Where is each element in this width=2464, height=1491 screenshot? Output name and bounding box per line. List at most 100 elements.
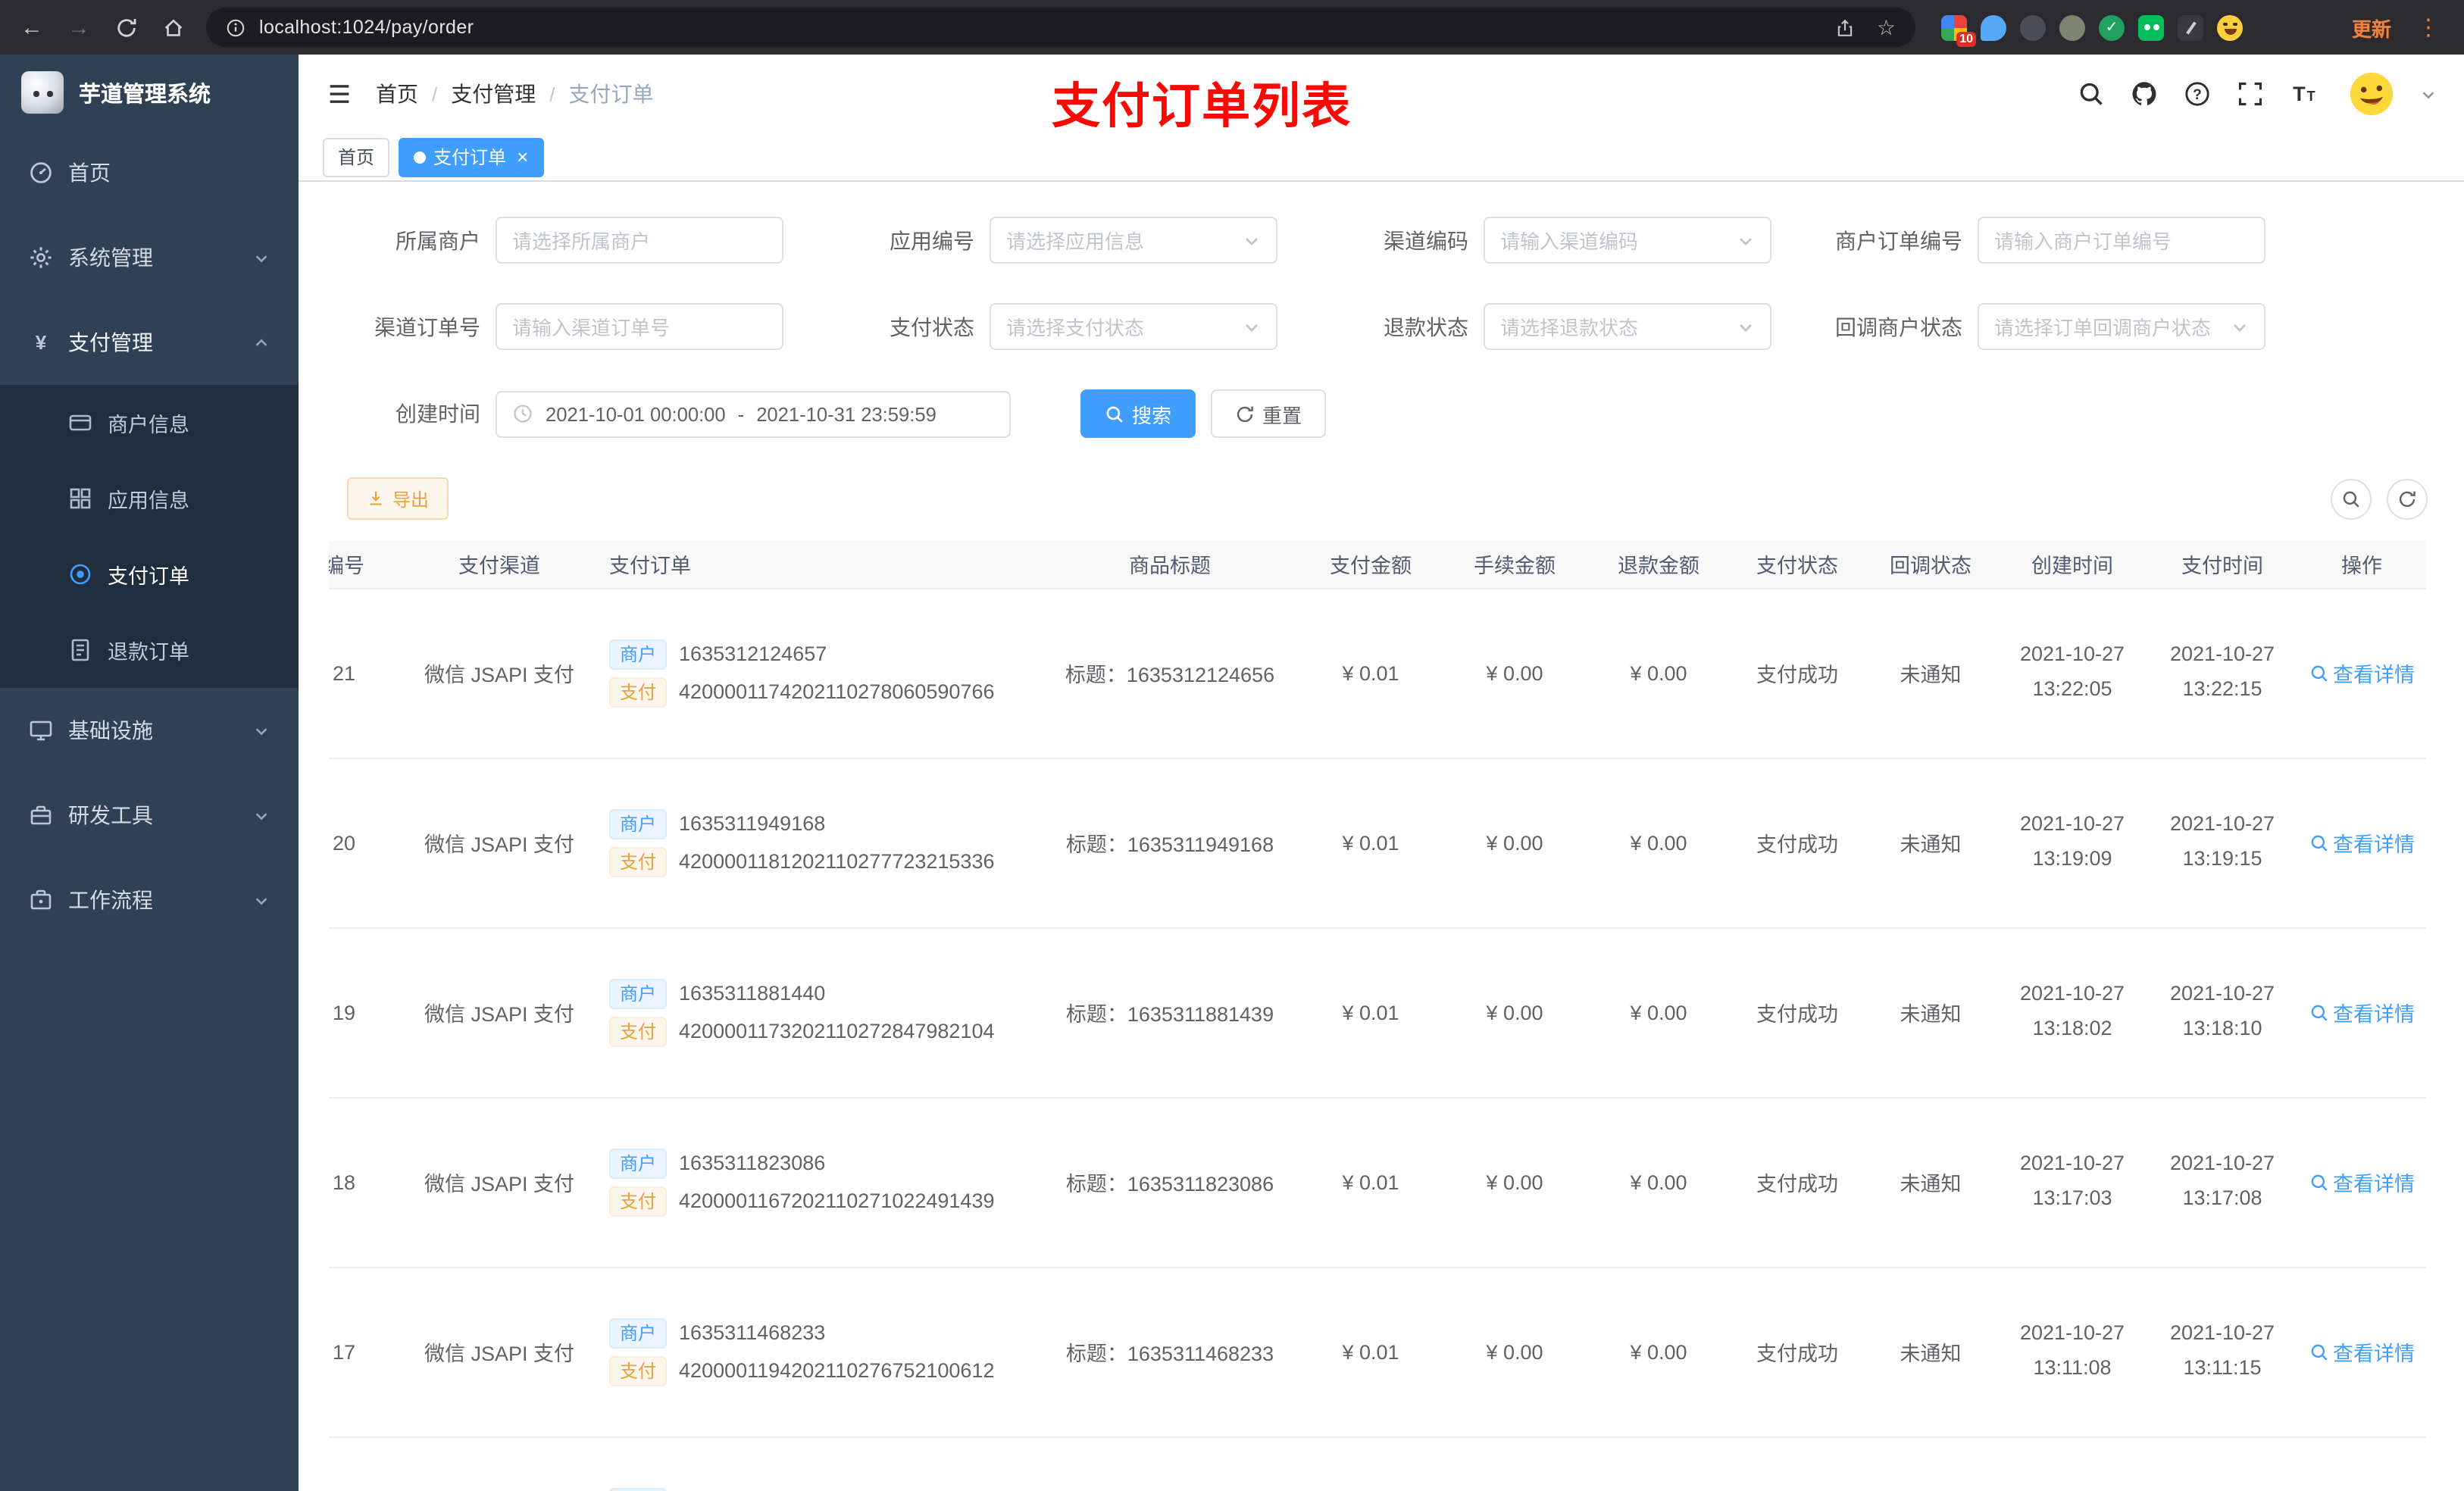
table-row: 19 微信 JSAPI 支付 商户 1635311881440 支付 4200001173… (329, 927, 2426, 1098)
view-detail-link[interactable]: 查看详情 (2309, 997, 2415, 1027)
cell-action: 查看详情 (2297, 927, 2426, 1098)
table-toolbar: 导出 (329, 477, 2428, 520)
search-button[interactable]: 搜索 (1080, 389, 1196, 438)
sidebar-item-pay-order[interactable]: 支付订单 (0, 536, 299, 612)
search-icon (2309, 1342, 2328, 1361)
svg-text:?: ? (2193, 87, 2202, 103)
help-icon[interactable]: ? (2184, 80, 2211, 108)
merchant-tag: 商户 (609, 1487, 668, 1491)
browser-menu-icon[interactable]: ⋮ (2411, 14, 2446, 41)
view-detail-link[interactable]: 查看详情 (2309, 1336, 2415, 1367)
sidebar-item-app-info[interactable]: 应用信息 (0, 461, 299, 536)
date-end-value: 2021-10-31 23:59:59 (756, 402, 937, 425)
filter-select-channel-code[interactable]: 请输入渠道编码 (1484, 217, 1771, 264)
breadcrumb-item[interactable]: 支付管理 (451, 79, 536, 109)
forward-button[interactable]: → (65, 14, 92, 40)
breadcrumb-item[interactable]: 首页 (376, 79, 418, 109)
sidebar-item-merchant-info[interactable]: 商户信息 (0, 385, 299, 461)
refresh-button[interactable] (112, 16, 139, 39)
cell-id: 21 (329, 588, 405, 758)
back-button[interactable]: ← (18, 14, 45, 40)
cell-status: 支付成功 (1731, 588, 1864, 758)
cell-title: 标题：1635311949168 (1041, 758, 1299, 928)
olive-circle-icon[interactable] (2059, 14, 2085, 40)
sidebar-item-payment[interactable]: ¥ 支付管理 (0, 300, 299, 385)
sidebar-item-refund-order[interactable]: 退款订单 (0, 612, 299, 688)
filter-select-pay-status[interactable]: 请选择支付状态 (990, 303, 1277, 350)
toggle-search-button[interactable] (2331, 478, 2372, 519)
merchant-tag: 商户 (609, 1318, 668, 1348)
filter-select-notify-status[interactable]: 请选择订单回调商户状态 (1978, 303, 2265, 350)
tab-home[interactable]: 首页 (323, 137, 390, 177)
column-header: 支付状态 (1731, 541, 1864, 589)
filter-select-app[interactable]: 请选择应用信息 (990, 217, 1277, 264)
cell-order: 商户 1635311881440 支付 42000011732021102728479… (594, 927, 1041, 1098)
chevron-down-icon[interactable] (2420, 86, 2437, 102)
export-button[interactable]: 导出 (347, 477, 449, 520)
sidebar-item-dev-tools[interactable]: 研发工具 (0, 773, 299, 858)
filter-pay-status: 支付状态 请选择支付状态 (823, 303, 1277, 350)
sidebar-menu: 首页系统管理 ¥ 支付管理 商户信息 应用信息 支付订单 退款订单 基础设施 研发工具工作流程 (0, 130, 299, 942)
wechat-devtools-icon[interactable] (2138, 14, 2164, 40)
browser-update-button[interactable]: 更新 (2352, 13, 2391, 42)
filter-input-merchant[interactable]: 请选择所属商户 (496, 217, 783, 264)
date-range-input[interactable]: 2021-10-01 00:00:00 - 2021-10-31 23:59:5… (496, 390, 1011, 437)
site-info-icon[interactable] (226, 17, 245, 37)
cell-pay-time: 2021-10-27 13:18:10 (2147, 927, 2297, 1098)
dark-circle-icon[interactable] (2020, 14, 2046, 40)
view-detail-link[interactable]: 查看详情 (2309, 1167, 2415, 1197)
share-icon[interactable] (1836, 17, 1856, 37)
target-icon (68, 562, 92, 586)
extensions-puzzle-icon[interactable]: 10 (1941, 14, 1976, 46)
tab-pay-order[interactable]: 支付订单 × (399, 137, 544, 177)
table-header-row: 编号支付渠道支付订单商品标题支付金额手续金额退款金额支付状态回调状态创建时间支付… (329, 541, 2426, 589)
search-icon[interactable] (2078, 80, 2105, 108)
filter-select-refund-status[interactable]: 请选择退款状态 (1484, 303, 1771, 350)
sidebar-item-infrastructure[interactable]: 基础设施 (0, 688, 299, 773)
pin-icon[interactable] (2178, 14, 2203, 40)
bookmark-star-icon[interactable]: ☆ (1877, 14, 1896, 40)
sidebar-item-system[interactable]: 系统管理 (0, 215, 299, 300)
view-detail-link[interactable]: 查看详情 (2309, 827, 2415, 858)
column-header: 支付金额 (1299, 541, 1443, 589)
home-button[interactable] (159, 16, 186, 39)
green-check-icon[interactable] (2099, 14, 2125, 40)
filter-label: 退款状态 (1384, 314, 1468, 339)
logo-avatar (21, 71, 64, 114)
sidebar-item-workflow[interactable]: 工作流程 (0, 858, 299, 942)
github-icon[interactable] (2131, 80, 2158, 108)
view-detail-link[interactable]: 查看详情 (2309, 658, 2415, 688)
address-bar[interactable]: localhost:1024/pay/order ☆ (206, 8, 1915, 47)
page-content: 所属商户 请选择所属商户 应用编号 请选择应用信息 渠道编码 请输入渠道编码 商户订单编号请… (299, 182, 2464, 1491)
cell-channel: 微信 JSAPI 支付 (405, 1267, 594, 1437)
sidebar-item-label: 工作流程 (68, 888, 153, 912)
menu-fold-icon[interactable] (326, 80, 353, 108)
pay-order-no: 4200001167202110271022491439 (679, 1189, 995, 1212)
filter-input-merchant-order-no[interactable]: 请输入商户订单编号 (1978, 217, 2265, 264)
close-icon[interactable]: × (517, 147, 528, 167)
fullscreen-icon[interactable] (2237, 80, 2264, 108)
screen: ← → localhost:1024/pay/order ☆ 10 更新 ⋮ 芋… (0, 0, 2464, 1491)
filter-input-channel-order-no[interactable]: 请输入渠道订单号 (496, 303, 783, 350)
sidebar-item-home[interactable]: 首页 (0, 130, 299, 215)
cell-refund: ¥ 0.00 (1587, 1267, 1731, 1437)
drop-icon[interactable] (1981, 14, 2006, 40)
refresh-table-button[interactable] (2387, 478, 2428, 519)
chevron-down-icon (1243, 231, 1261, 249)
cell-order: 商户支付 (594, 1436, 1041, 1491)
cell-amount: ¥ 0.01 (1299, 758, 1443, 928)
font-size-icon[interactable]: TT (2290, 80, 2317, 108)
monitor-icon (29, 718, 53, 742)
user-avatar[interactable] (2349, 71, 2394, 117)
search-icon (2309, 833, 2328, 852)
sidebar-item-label: 系统管理 (68, 245, 153, 270)
export-button-label: 导出 (392, 489, 430, 510)
table-row: 18 微信 JSAPI 支付 商户 1635311823086 支付 4200001167… (329, 1097, 2426, 1268)
reset-button[interactable]: 重置 (1211, 389, 1327, 438)
extensions-row: 10 (1941, 14, 2243, 46)
column-header: 回调状态 (1864, 541, 1997, 589)
cell-amount: ¥ 0.01 (1299, 588, 1443, 758)
filter-notify-status: 回调商户状态 请选择订单回调商户状态 (1811, 303, 2265, 350)
smiley-icon[interactable] (2217, 14, 2243, 40)
tab-label: 首页 (338, 147, 375, 168)
